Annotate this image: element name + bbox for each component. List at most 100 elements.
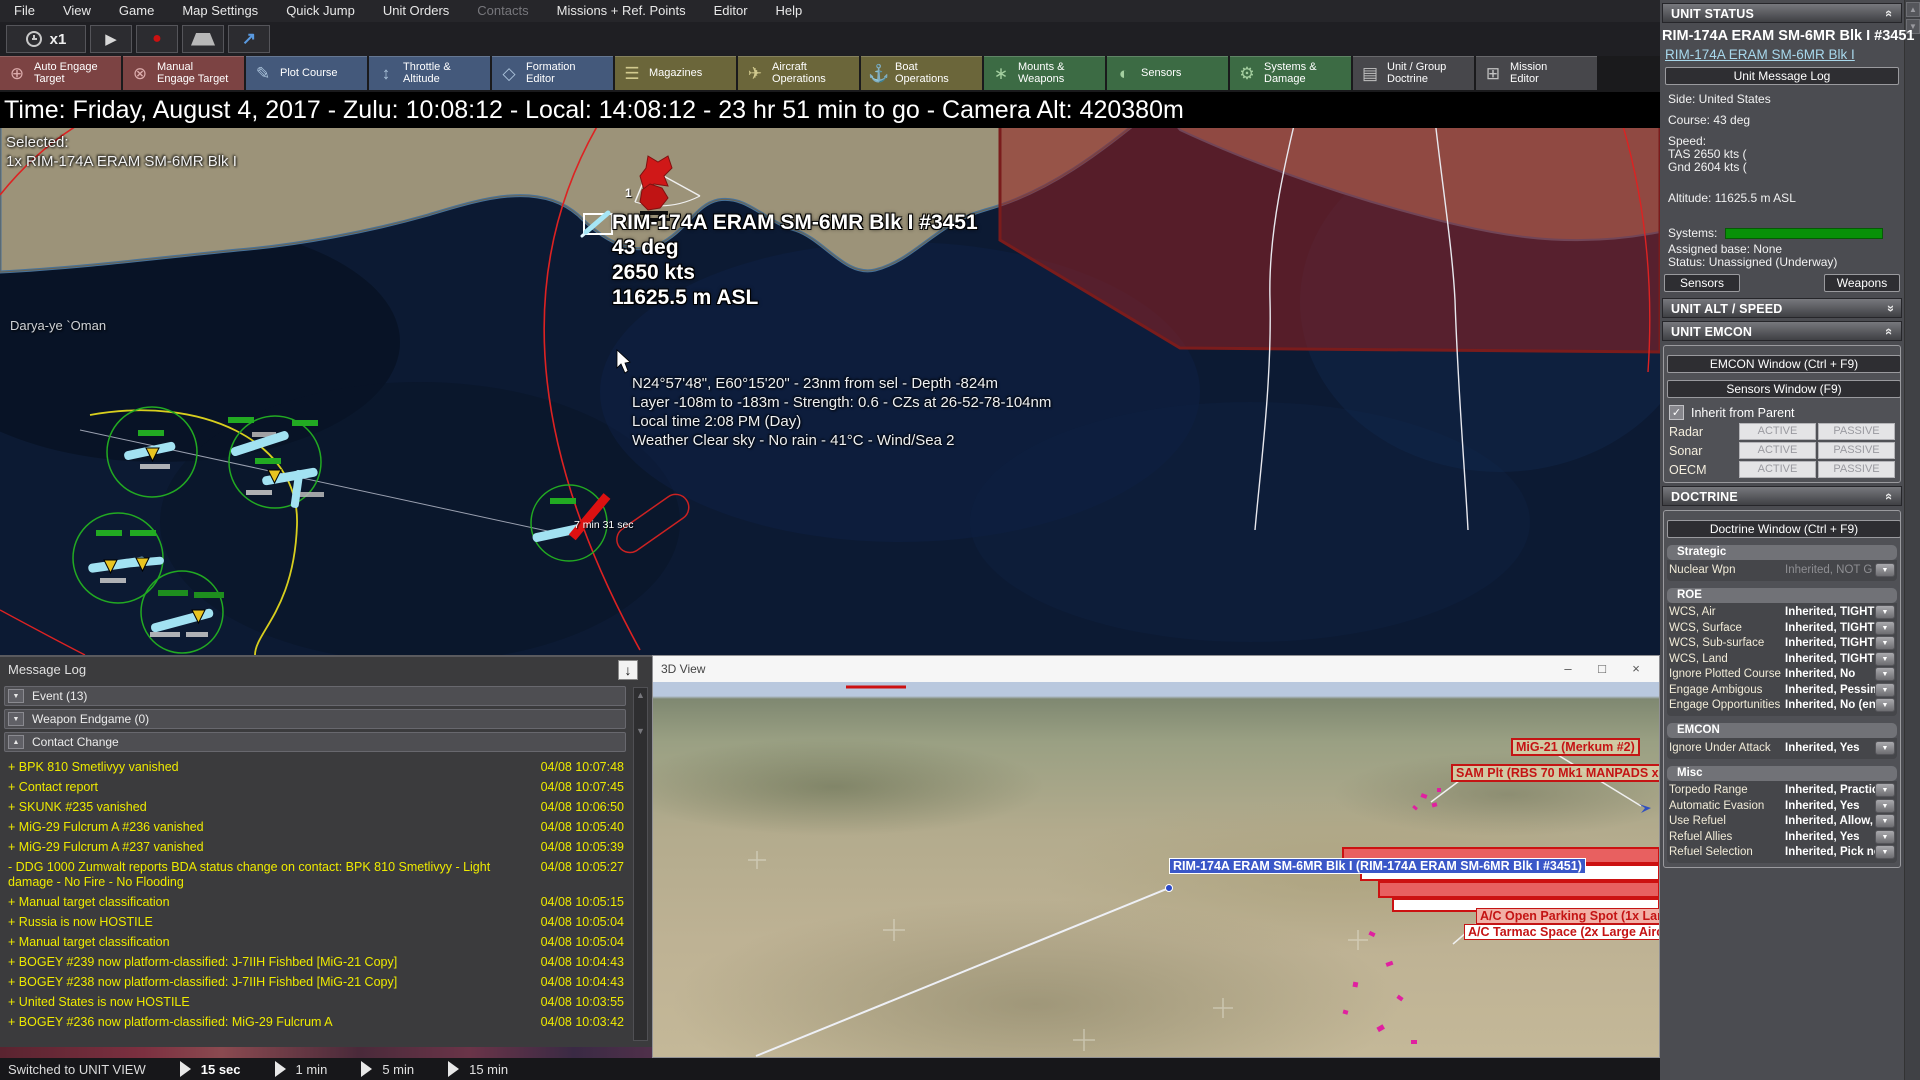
log-group-header[interactable]: ▼ Event (13) (4, 686, 626, 706)
log-entry[interactable]: + SKUNK #235 vanished 04/08 10:06:50 (4, 796, 626, 816)
dropdown-chevron-icon[interactable]: ▼ (1875, 783, 1895, 798)
expand-chevron-icon[interactable]: « (1882, 305, 1897, 312)
scroll-up-icon[interactable]: ▲ (634, 688, 647, 700)
log-entry-prefix[interactable]: + (8, 800, 15, 814)
flight-deck-button[interactable] (182, 25, 224, 53)
dropdown-chevron-icon[interactable]: ▼ (1875, 845, 1895, 860)
log-entry-prefix[interactable]: + (8, 995, 15, 1009)
log-entry[interactable]: + BOGEY #238 now platform-classified: J-… (4, 971, 626, 991)
collapse-chevron-icon[interactable]: « (1882, 328, 1897, 335)
inherit-checkbox[interactable]: ✓ (1669, 405, 1684, 420)
toolbar-button[interactable]: ✎ Plot Course (246, 56, 367, 90)
menu-item[interactable]: Quick Jump (272, 0, 369, 22)
log-group-collapse-icon[interactable]: ▼ (8, 689, 24, 703)
collapse-chevron-icon[interactable]: « (1882, 10, 1897, 17)
menu-item[interactable]: File (0, 0, 49, 22)
sidebar-scrollbar[interactable]: ▲ ▼ (1904, 0, 1920, 1080)
menu-item[interactable]: Help (762, 0, 817, 22)
time-step[interactable]: 1 min (274, 1061, 327, 1077)
log-entry-prefix[interactable]: + (8, 780, 15, 794)
tactical-map[interactable]: Time: Friday, August 4, 2017 - Zulu: 10:… (0, 92, 1660, 655)
dropdown-chevron-icon[interactable]: ▼ (1875, 814, 1895, 829)
toolbar-button[interactable]: ↕ Throttle & Altitude (369, 56, 490, 90)
menu-item[interactable]: Map Settings (168, 0, 272, 22)
toolbar-button[interactable]: ⊕ Auto Engage Target (0, 56, 121, 90)
log-entry-prefix[interactable]: + (8, 760, 15, 774)
dropdown-chevron-icon[interactable]: ▼ (1875, 798, 1895, 813)
log-entry[interactable]: - DDG 1000 Zumwalt reports BDA status ch… (4, 856, 626, 891)
log-group-collapse-icon[interactable]: ▼ (8, 712, 24, 726)
log-entry-prefix[interactable]: + (8, 840, 15, 854)
time-step[interactable]: 15 min (448, 1061, 508, 1077)
log-entry[interactable]: + BOGEY #239 now platform-classified: J-… (4, 951, 626, 971)
weapons-button[interactable]: Weapons (1824, 274, 1900, 292)
log-entry-prefix[interactable]: - (8, 860, 12, 874)
log-entry[interactable]: + MiG-29 Fulcrum A #237 vanished 04/08 1… (4, 836, 626, 856)
scroll-up-icon[interactable]: ▲ (1906, 2, 1920, 17)
emcon-passive-button[interactable]: PASSIVE (1818, 442, 1895, 459)
toolbar-button[interactable]: ▤ Unit / Group Doctrine (1353, 56, 1474, 90)
toolbar-button[interactable]: ◐ Sensors (1107, 56, 1228, 90)
play-button[interactable]: ▶ (90, 25, 132, 53)
quick-jump-button[interactable]: ↗ (228, 25, 270, 53)
dropdown-chevron-icon[interactable]: ▼ (1875, 829, 1895, 844)
menu-item[interactable]: Missions + Ref. Points (543, 0, 700, 22)
log-entry[interactable]: + BOGEY #236 now platform-classified: Mi… (4, 1011, 626, 1031)
time-step[interactable]: 5 min (361, 1061, 414, 1077)
log-group-collapse-icon[interactable]: ▲ (8, 735, 24, 749)
hostile-aircraft-label[interactable]: MiG-21 (Merkum #2) (1511, 738, 1640, 756)
log-entry-prefix[interactable]: + (8, 1015, 15, 1029)
emcon-active-button[interactable]: ACTIVE (1739, 442, 1816, 459)
unit-class-link[interactable]: RIM-174A ERAM SM-6MR Blk I (1665, 47, 1902, 62)
maximize-icon[interactable]: □ (1585, 656, 1619, 682)
dropdown-chevron-icon[interactable]: ▼ (1875, 740, 1895, 755)
3d-view-window[interactable]: 3D View – □ × MiG-21 (Merkum #2) SAM Plt… (652, 655, 1660, 1058)
log-entry[interactable]: + Manual target classification 04/08 10:… (4, 891, 626, 911)
log-entry-prefix[interactable]: + (8, 955, 15, 969)
3d-view-content[interactable]: MiG-21 (Merkum #2) SAM Plt (RBS 70 Mk1 M… (653, 682, 1659, 1057)
menu-item[interactable]: Contacts (463, 0, 542, 22)
collapse-chevron-icon[interactable]: « (1882, 493, 1897, 500)
3d-view-titlebar[interactable]: 3D View – □ × (653, 656, 1659, 682)
menu-item[interactable]: Unit Orders (369, 0, 463, 22)
doctrine-header[interactable]: DOCTRINE « (1662, 486, 1902, 506)
toolbar-button[interactable]: ⚙ Systems & Damage (1230, 56, 1351, 90)
own-missile-label[interactable]: RIM-174A ERAM SM-6MR Blk I (RIM-174A ERA… (1169, 858, 1586, 874)
dropdown-chevron-icon[interactable]: ▼ (1875, 682, 1895, 697)
minimize-icon[interactable]: – (1551, 656, 1585, 682)
menu-item[interactable]: Editor (700, 0, 762, 22)
log-entry[interactable]: + BPK 810 Smetlivyy vanished 04/08 10:07… (4, 756, 626, 776)
hostile-sam-label[interactable]: SAM Plt (RBS 70 Mk1 MANPADS x 3) (1451, 764, 1659, 782)
unit-message-log-button[interactable]: Unit Message Log (1665, 67, 1899, 85)
log-entry-prefix[interactable]: + (8, 935, 15, 949)
close-icon[interactable]: × (1619, 656, 1653, 682)
dropdown-chevron-icon[interactable]: ▼ (1875, 605, 1895, 620)
unit-emcon-header[interactable]: UNIT EMCON « (1662, 321, 1902, 341)
menu-item[interactable]: View (49, 0, 105, 22)
emcon-active-button[interactable]: ACTIVE (1739, 423, 1816, 440)
dropdown-chevron-icon[interactable]: ▼ (1875, 651, 1895, 666)
emcon-window-button[interactable]: EMCON Window (Ctrl + F9) (1667, 355, 1901, 373)
dropdown-chevron-icon[interactable]: ▼ (1875, 636, 1895, 651)
toolbar-button[interactable]: ☰ Magazines (615, 56, 736, 90)
message-log-download-button[interactable]: ↓ (618, 660, 638, 680)
dropdown-chevron-icon[interactable]: ▼ (1875, 667, 1895, 682)
menu-item[interactable]: Game (105, 0, 168, 22)
toolbar-button[interactable]: ✈ Aircraft Operations (738, 56, 859, 90)
scroll-down-icon[interactable]: ▼ (634, 724, 647, 736)
unit-status-header[interactable]: UNIT STATUS « (1662, 3, 1902, 23)
sensors-button[interactable]: Sensors (1664, 274, 1740, 292)
facility-parking-label[interactable]: A/C Open Parking Spot (1x Large (1476, 908, 1659, 924)
toolbar-button[interactable]: ◇ Formation Editor (492, 56, 613, 90)
time-step[interactable]: 15 sec (179, 1061, 241, 1077)
toolbar-button[interactable]: ⊞ Mission Editor (1476, 56, 1597, 90)
record-button[interactable]: ● (136, 25, 178, 53)
dropdown-chevron-icon[interactable]: ▼ (1875, 698, 1895, 713)
log-entry-prefix[interactable]: + (8, 895, 15, 909)
unit-alt-speed-header[interactable]: UNIT ALT / SPEED « (1662, 298, 1902, 318)
log-entry[interactable]: + United States is now HOSTILE 04/08 10:… (4, 991, 626, 1011)
emcon-passive-button[interactable]: PASSIVE (1818, 423, 1895, 440)
log-entry[interactable]: + Contact report 04/08 10:07:45 (4, 776, 626, 796)
sim-speed-button[interactable]: x1 (6, 25, 86, 53)
log-entry[interactable]: + MiG-29 Fulcrum A #236 vanished 04/08 1… (4, 816, 626, 836)
